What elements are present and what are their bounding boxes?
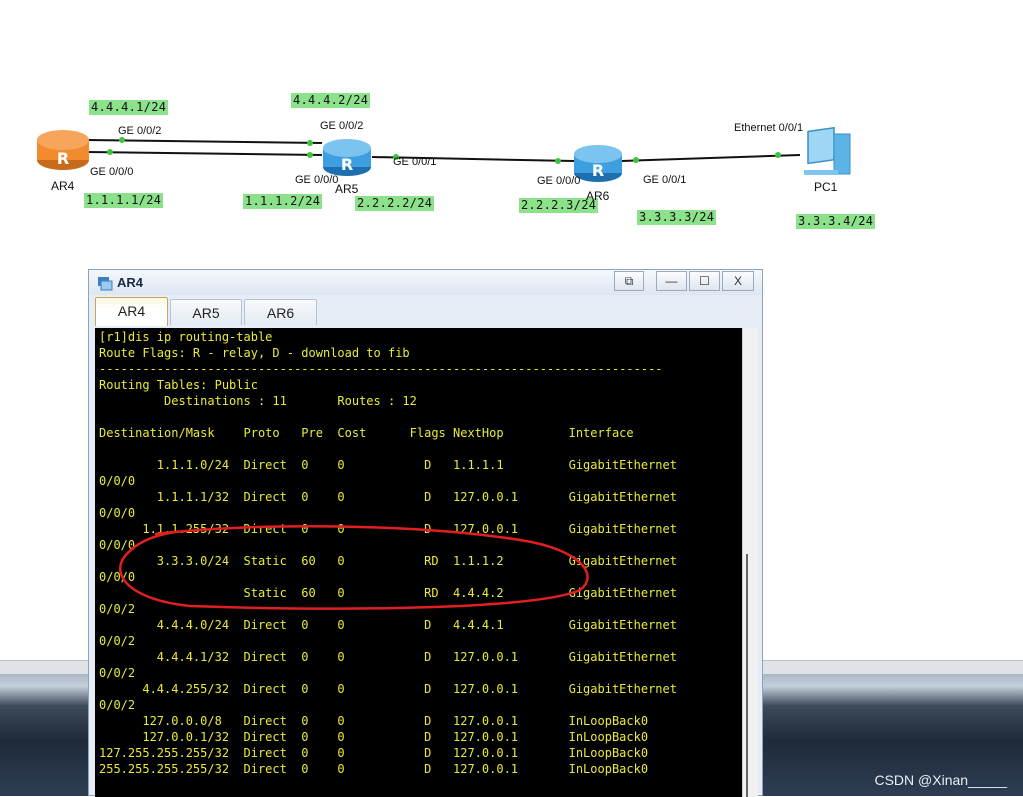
router-icon-ar4[interactable]: R [37,130,89,170]
device-tabs: AR4 AR5 AR6 [93,297,753,326]
terminal-line: Destinations : 11 Routes : 12 [164,394,417,408]
scrollbar-thumb[interactable] [746,554,748,797]
terminal-line: 0/0/2 [99,602,136,616]
ip-label-ar5-g1: 2.2.2.2/24 [355,196,435,211]
terminal-app-icon [98,277,113,291]
pc-icon-pc1[interactable] [804,126,851,175]
port-label-pc1-eth: Ethernet 0/0/1 [734,122,804,134]
port-label-ar6-g1: GE 0/0/1 [643,174,687,186]
title-bar[interactable]: AR4 ⧉ — ☐ X [89,270,762,295]
port-label-ar5-g1: GE 0/0/1 [393,156,437,168]
terminal-line: Static 60 0 RD 4.4.4.2 GigabitEthernet [243,586,677,600]
terminal-scrollbar[interactable] [742,328,758,797]
terminal-window[interactable]: AR4 ⧉ — ☐ X AR4 AR5 AR6 [r1]dis ip routi… [88,269,763,797]
port-label-ar4-g2: GE 0/0/2 [118,125,162,137]
terminal-line: 127.255.255.255/32 Direct 0 0 D 127.0.0.… [99,746,649,760]
ip-label-pc1: 3.3.3.4/24 [796,214,876,229]
terminal-line: 0/0/0 [99,570,136,584]
device-name-ar4: AR4 [51,179,75,193]
ip-label-ar6-g1: 3.3.3.3/24 [637,210,717,225]
port-label-ar6-g0: GE 0/0/0 [537,175,581,187]
terminal-line: ----------------------------------------… [99,362,663,376]
terminal-line: 1.1.1.255/32 Direct 0 0 D 127.0.0.1 Giga… [142,522,677,536]
terminal-line: Route Flags: R - relay, D - download to … [99,346,410,360]
svg-text:R: R [341,155,353,174]
port-dot [307,152,313,158]
ip-label-ar4-g0: 1.1.1.1/24 [84,193,164,208]
terminal-line: 3.3.3.0/24 Static 60 0 RD 1.1.1.2 Gigabi… [156,554,677,568]
tab-ar5[interactable]: AR5 [170,299,242,325]
terminal-line: 4.4.4.255/32 Direct 0 0 D 127.0.0.1 Giga… [142,682,677,696]
terminal-line: 0/0/0 [99,474,136,488]
watermark: CSDN @Xinan_____ [874,772,1007,788]
terminal-line: 4.4.4.0/24 Direct 0 0 D 4.4.4.1 GigabitE… [156,618,677,632]
link-ar4-ar5-g0[interactable] [86,151,323,156]
terminal-line: 0/0/2 [99,634,136,648]
close-button[interactable]: X [722,271,754,291]
terminal-line: 0/0/2 [99,698,136,712]
device-name-pc1: PC1 [814,180,838,194]
terminal-line: 1.1.1.1/32 Direct 0 0 D 127.0.0.1 Gigabi… [156,490,677,504]
device-name-ar6: AR6 [586,189,610,203]
terminal-line: 0/0/0 [99,538,136,552]
terminal-line: Routing Tables: Public [99,378,258,392]
port-label-ar5-g0: GE 0/0/0 [295,174,339,186]
tab-ar4[interactable]: AR4 [95,297,168,326]
device-name-ar5: AR5 [335,182,359,196]
terminal-line: 4.4.4.1/32 Direct 0 0 D 127.0.0.1 Gigabi… [156,650,677,664]
link-ar6-pc1[interactable] [621,154,801,162]
terminal-line: 255.255.255.255/32 Direct 0 0 D 127.0.0.… [99,762,649,776]
window-title: AR4 [117,275,144,290]
port-dot [119,137,125,143]
restore-button[interactable]: ⧉ [614,271,644,291]
port-dot [307,140,313,146]
router-icon-ar6[interactable]: R [574,145,622,182]
maximize-button[interactable]: ☐ [689,271,720,291]
topology-canvas: R R R 4.4.4.1/24 1.1.1.1/24 4.4.4.2/24 1… [0,0,1023,270]
port-label-ar5-g2: GE 0/0/2 [320,120,364,132]
terminal-line: 127.0.0.0/8 Direct 0 0 D 127.0.0.1 InLoo… [142,714,649,728]
terminal-line: [r1]dis ip routing-table [99,330,273,344]
ip-label-ar5-g0: 1.1.1.2/24 [243,194,323,209]
port-dot [555,158,561,164]
port-dot [775,152,781,158]
terminal-line: 1.1.1.0/24 Direct 0 0 D 1.1.1.1 GigabitE… [156,458,677,472]
svg-text:R: R [57,149,69,168]
terminal-output[interactable]: [r1]dis ip routing-table Route Flags: R … [95,328,742,797]
terminal-line: 0/0/2 [99,666,136,680]
port-label-ar4-g0: GE 0/0/0 [90,166,134,178]
terminal-line: Destination/Mask Proto Pre Cost Flags Ne… [99,426,634,440]
tab-ar6[interactable]: AR6 [244,299,317,325]
port-dot [107,149,113,155]
terminal-text: [r1]dis ip routing-table Route Flags: R … [95,328,742,777]
svg-text:R: R [592,161,604,180]
terminal-line: 127.0.0.1/32 Direct 0 0 D 127.0.0.1 InLo… [142,730,649,744]
router-icon-ar5[interactable]: R [323,139,371,176]
minimize-button[interactable]: — [656,271,687,291]
ip-label-ar4-g2: 4.4.4.1/24 [89,100,169,115]
port-dot [633,157,639,163]
ip-label-ar5-g2: 4.4.4.2/24 [291,93,371,108]
terminal-line: 0/0/0 [99,506,136,520]
